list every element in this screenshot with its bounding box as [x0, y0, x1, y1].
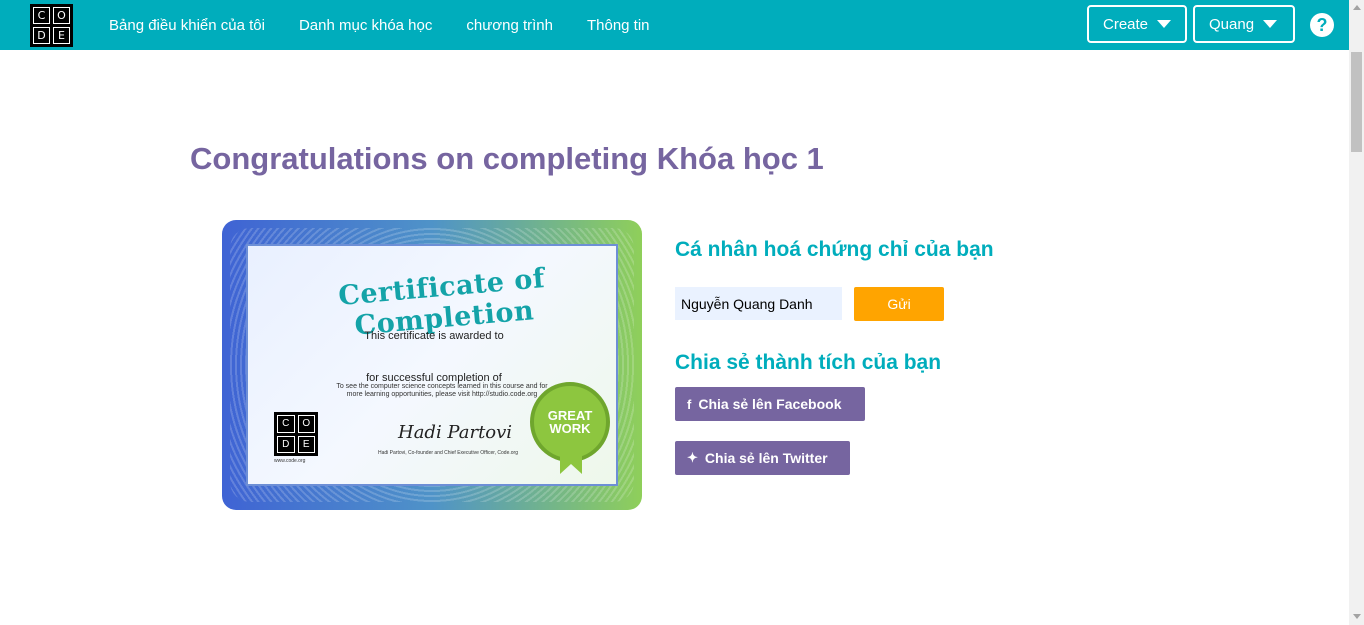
share-twitter-button[interactable]: ✦ Chia sẻ lên Twitter [675, 441, 850, 475]
page-scrollbar[interactable] [1349, 0, 1364, 625]
certificate-code-logo: C O D E [274, 412, 318, 456]
certificate-signature: Hadi Partovi [398, 422, 513, 443]
code-org-logo[interactable]: C O D E [30, 4, 73, 47]
nav-my-dashboard[interactable]: Bảng điều khiển của tôi [92, 17, 282, 34]
help-icon[interactable]: ? [1310, 13, 1334, 37]
certificate-small-text: To see the computer science concepts lea… [336, 383, 548, 398]
certificate-website: www.code.org [274, 458, 306, 464]
scroll-thumb[interactable] [1351, 52, 1362, 152]
logo-letter: O [297, 415, 315, 433]
share-facebook-label: Chia sẻ lên Facebook [698, 396, 842, 412]
user-name-label: Quang [1209, 15, 1255, 33]
personalize-heading: Cá nhân hoá chứng chỉ của bạn [675, 238, 994, 261]
certificate-name-input[interactable] [675, 287, 842, 320]
logo-letter: D [33, 27, 50, 44]
great-work-seal-icon: GREAT WORK [530, 382, 610, 462]
nav-about[interactable]: Thông tin [570, 17, 667, 34]
nav-projects[interactable]: chương trình [449, 17, 570, 34]
share-facebook-button[interactable]: f Chia sẻ lên Facebook [675, 387, 865, 421]
logo-letter: O [53, 7, 70, 24]
share-twitter-label: Chia sẻ lên Twitter [704, 450, 828, 466]
caret-down-icon [1263, 20, 1278, 28]
caret-down-icon [1157, 20, 1172, 28]
certificate-signer: Hadi Partovi, Co-founder and Chief Execu… [378, 450, 518, 456]
logo-letter: E [53, 27, 70, 44]
facebook-icon: f [687, 396, 692, 412]
create-label: Create [1103, 15, 1149, 33]
nav-course-catalog[interactable]: Danh mục khóa học [282, 17, 449, 34]
share-heading: Chia sẻ thành tích của bạn [675, 351, 942, 374]
seal-text: GREAT WORK [547, 408, 593, 436]
page-title: Congratulations on completing Khóa học 1 [190, 141, 824, 176]
submit-name-button[interactable]: Gửi [854, 287, 944, 321]
logo-letter: D [277, 435, 295, 453]
certificate-body: Certificate of Completion This certifica… [246, 244, 618, 486]
twitter-icon: ✦ [687, 450, 698, 465]
scroll-down-arrow-icon[interactable] [1353, 614, 1361, 619]
seal-ribbon-icon [560, 452, 582, 474]
logo-letter: C [277, 415, 295, 433]
certificate-awarded-text: This certificate is awarded to [364, 330, 504, 342]
create-dropdown-button[interactable]: Create [1087, 5, 1187, 43]
certificate-image: Certificate of Completion This certifica… [222, 220, 642, 510]
scroll-up-arrow-icon[interactable] [1353, 5, 1361, 10]
top-navigation-bar: C O D E Bảng điều khiển của tôi Danh mục… [0, 0, 1349, 50]
logo-letter: C [33, 7, 50, 24]
logo-letter: E [297, 435, 315, 453]
main-nav: Bảng điều khiển của tôi Danh mục khóa họ… [92, 0, 667, 50]
user-menu-button[interactable]: Quang [1193, 5, 1295, 43]
